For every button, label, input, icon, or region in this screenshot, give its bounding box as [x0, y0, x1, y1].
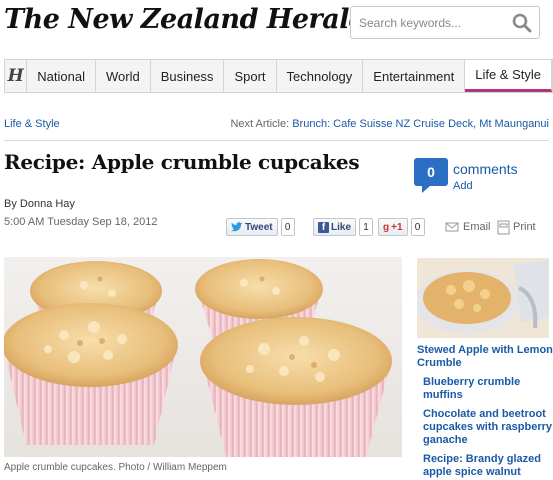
- comments-link[interactable]: comments: [453, 161, 518, 177]
- nav-item-technology[interactable]: Technology: [277, 60, 364, 92]
- google-plus-icon: g: [383, 221, 390, 233]
- next-article: Next Article: Brunch: Cafe Suisse NZ Cru…: [230, 118, 549, 130]
- nav-item-world[interactable]: World: [96, 60, 151, 92]
- print-label: Print: [513, 221, 536, 233]
- sidebar-feature-link[interactable]: Stewed Apple with Lemon Crumble: [417, 344, 553, 370]
- email-share[interactable]: Email: [445, 218, 491, 236]
- cupcakes-photo: [4, 257, 402, 457]
- comment-count-bubble[interactable]: 0: [414, 158, 448, 193]
- search-icon: [512, 13, 532, 33]
- photo-caption: Apple crumble cupcakes. Photo / William …: [4, 462, 227, 473]
- twitter-bird-icon: [231, 222, 243, 232]
- plusone-count: 0: [410, 218, 425, 236]
- sidebar-related-links: Stewed Apple with Lemon Crumble Blueberr…: [417, 344, 553, 479]
- article-headline: Recipe: Apple crumble cupcakes: [4, 150, 360, 174]
- email-icon: [445, 222, 459, 232]
- section-link[interactable]: Life & Style: [4, 118, 60, 130]
- article-byline: By Donna Hay: [4, 198, 75, 210]
- article-photo[interactable]: [4, 257, 402, 457]
- google-plus-share: g +1 0: [378, 218, 425, 236]
- add-comment-link[interactable]: Add: [453, 180, 473, 192]
- plusone-button[interactable]: g +1: [378, 218, 408, 236]
- search-box: [350, 6, 540, 39]
- tweet-button[interactable]: Tweet: [226, 218, 278, 236]
- facebook-share: f Like 1: [313, 218, 374, 236]
- search-button[interactable]: [511, 12, 533, 34]
- like-button[interactable]: f Like: [313, 218, 357, 236]
- plusone-label: +1: [391, 221, 403, 233]
- section-bar: Life & Style Next Article: Brunch: Cafe …: [4, 118, 549, 134]
- nav-item-sport[interactable]: Sport: [224, 60, 277, 92]
- related-link[interactable]: Blueberry crumble muffins: [417, 376, 553, 402]
- nav-item-national[interactable]: National: [27, 60, 96, 92]
- sidebar-feature-thumbnail[interactable]: [417, 258, 549, 338]
- tweet-share: Tweet 0: [226, 218, 295, 236]
- comments-widget: 0 comments Add: [414, 158, 549, 194]
- divider: [4, 140, 549, 141]
- tweet-label: Tweet: [245, 221, 273, 233]
- tweet-count: 0: [280, 218, 295, 236]
- like-label: Like: [331, 221, 352, 233]
- nav-item-entertainment[interactable]: Entertainment: [363, 60, 466, 92]
- search-input[interactable]: [359, 14, 509, 32]
- masthead: The New Zealand Herald: [0, 0, 553, 54]
- home-icon[interactable]: H: [5, 60, 28, 92]
- next-article-label: Next Article:: [230, 118, 290, 130]
- main-nav: H National World Business Sport Technolo…: [4, 59, 553, 93]
- print-share[interactable]: Print: [497, 218, 536, 236]
- crumble-dish-photo: [417, 258, 549, 338]
- next-article-link[interactable]: Brunch: Cafe Suisse NZ Cruise Deck, Mt M…: [292, 118, 549, 130]
- nav-item-life-style[interactable]: Life & Style: [465, 60, 552, 92]
- nav-item-business[interactable]: Business: [151, 60, 225, 92]
- article-dateline: 5:00 AM Tuesday Sep 18, 2012: [4, 216, 158, 228]
- related-link[interactable]: Chocolate and beetroot cupcakes with ras…: [417, 408, 553, 447]
- like-count: 1: [359, 218, 374, 236]
- facebook-icon: f: [318, 221, 329, 233]
- email-label: Email: [463, 221, 491, 233]
- related-link[interactable]: Recipe: Brandy glazed apple spice walnut: [417, 453, 553, 479]
- print-icon: [497, 220, 510, 235]
- site-logo[interactable]: The New Zealand Herald: [4, 4, 368, 35]
